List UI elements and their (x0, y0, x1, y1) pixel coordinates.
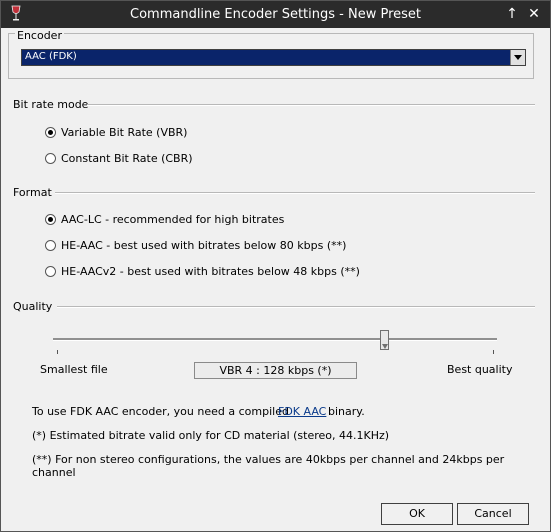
encoder-select-value: AAC (FDK) (25, 51, 77, 62)
estimated-bitrate-note: (*) Estimated bitrate valid only for CD … (32, 429, 390, 442)
quality-value-display: VBR 4 : 128 kbps (*) (194, 362, 357, 379)
title-bar[interactable]: Commandline Encoder Settings - New Prese… (1, 1, 550, 28)
divider (57, 306, 535, 308)
vbr-radio[interactable] (45, 127, 56, 138)
chevron-down-icon[interactable] (510, 50, 525, 65)
fdk-info-suffix: binary. (328, 405, 365, 418)
ok-button[interactable]: OK (381, 503, 453, 525)
encoder-select[interactable]: AAC (FDK) (21, 49, 526, 66)
window-title: Commandline Encoder Settings - New Prese… (130, 7, 421, 22)
divider (55, 192, 535, 194)
close-button[interactable]: ✕ (525, 5, 543, 23)
quality-slider-track[interactable] (53, 338, 497, 341)
divider (87, 104, 535, 106)
quality-slider-handle[interactable] (379, 330, 389, 350)
keep-above-button[interactable]: ↑ (503, 5, 521, 23)
aac-lc-radio-label[interactable]: AAC-LC - recommended for high bitrates (61, 213, 284, 226)
fdk-aac-link[interactable]: FDK AAC (278, 405, 326, 418)
cbr-radio-label[interactable]: Constant Bit Rate (CBR) (61, 152, 193, 165)
encoder-label: Encoder (15, 29, 64, 42)
he-aac-radio-label[interactable]: HE-AAC - best used with bitrates below 8… (61, 239, 346, 252)
aac-lc-radio[interactable] (45, 214, 56, 225)
vbr-radio-label[interactable]: Variable Bit Rate (VBR) (61, 126, 187, 139)
cancel-button[interactable]: Cancel (457, 503, 529, 525)
quality-min-label: Smallest file (40, 363, 108, 376)
non-stereo-note: (**) For non stereo configurations, the … (32, 453, 505, 479)
format-label: Format (13, 186, 52, 199)
quality-max-label: Best quality (447, 363, 513, 376)
fdk-info-text: To use FDK AAC encoder, you need a compi… (32, 405, 289, 418)
slider-tick (493, 350, 494, 354)
quality-label: Quality (13, 300, 53, 313)
he-aac-radio[interactable] (45, 240, 56, 251)
cbr-radio[interactable] (45, 153, 56, 164)
he-aacv2-radio[interactable] (45, 266, 56, 277)
encoder-settings-dialog: Commandline Encoder Settings - New Prese… (0, 0, 551, 532)
slider-tick (57, 350, 58, 354)
he-aacv2-radio-label[interactable]: HE-AACv2 - best used with bitrates below… (61, 265, 360, 278)
bitrate-mode-label: Bit rate mode (13, 98, 89, 111)
